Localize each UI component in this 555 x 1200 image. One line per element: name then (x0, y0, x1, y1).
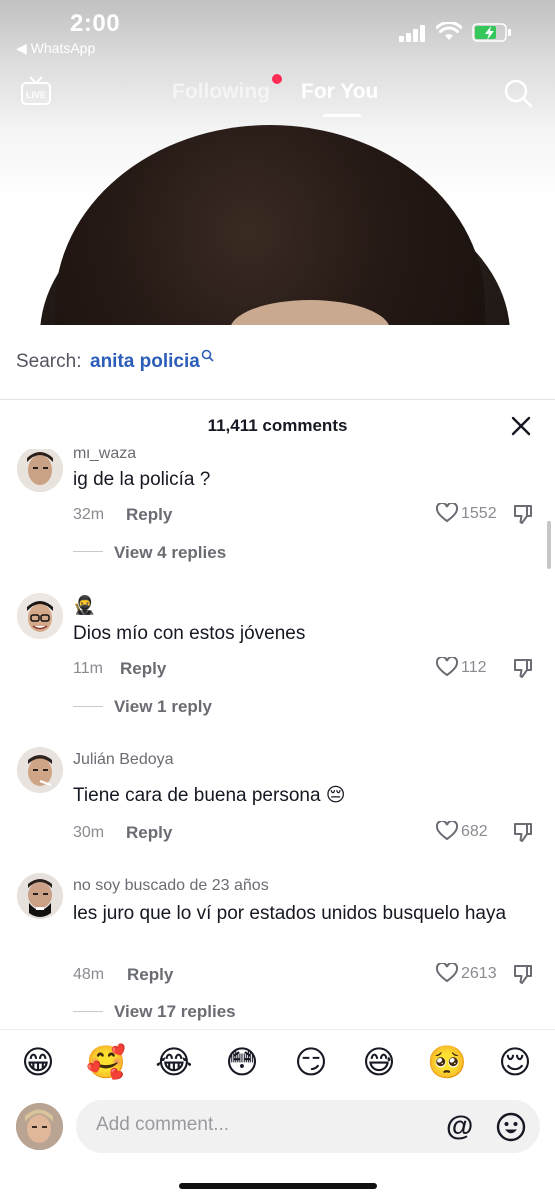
comments-header: 11,411 comments (0, 401, 555, 449)
live-icon[interactable]: LIVE (20, 76, 52, 106)
dislike-icon[interactable] (512, 963, 534, 985)
view-replies-link[interactable]: View 17 replies (114, 1002, 236, 1022)
comment-username[interactable]: no soy buscado de 23 años (73, 877, 269, 895)
emoji-quick-bar: 😁 🥰 😂 😳 😏 😅 🥺 😌 (0, 1029, 555, 1099)
emoji-grin[interactable]: 😁 (18, 1044, 58, 1080)
avatar[interactable] (17, 593, 63, 639)
active-tab-indicator (323, 114, 361, 117)
emoji-sweat-smile[interactable]: 😅 (359, 1044, 399, 1080)
avatar[interactable] (17, 873, 63, 919)
dislike-icon[interactable] (512, 657, 534, 679)
comment-input-placeholder: Add comment... (96, 1114, 230, 1135)
battery-charging-icon (472, 23, 511, 42)
avatar[interactable] (16, 1103, 63, 1150)
comment-time: 48m (73, 966, 105, 983)
comment-text: Dios mío con estos jóvenes (73, 623, 306, 644)
comment-time: 32m (73, 506, 105, 523)
like-heart-icon[interactable] (436, 963, 458, 983)
comment-count: 11,411 comments (207, 416, 348, 435)
video-hair-top (55, 125, 485, 325)
avatar[interactable] (17, 747, 63, 793)
like-count: 112 (461, 659, 487, 676)
comment-username[interactable]: 🥷 (73, 595, 95, 616)
comment-composer: Add comment... @ (0, 1099, 555, 1200)
like-heart-icon[interactable] (436, 821, 458, 841)
search-term-link[interactable]: anita policia (90, 351, 200, 373)
cellular-signal-icon (399, 25, 427, 42)
dislike-icon[interactable] (512, 821, 534, 843)
reply-button[interactable]: Reply (120, 659, 166, 679)
notification-dot (272, 74, 282, 84)
home-indicator[interactable] (179, 1183, 377, 1189)
emoji-pleading[interactable]: 🥺 (427, 1044, 467, 1080)
comment-list[interactable]: mi_waza ig de la policía ? 32m Reply 155… (0, 449, 555, 1029)
tab-for-you[interactable]: For You (301, 80, 378, 104)
svg-text:LIVE: LIVE (26, 90, 46, 100)
comment-username[interactable]: Julián Bedoya (73, 751, 174, 769)
close-icon[interactable] (510, 415, 532, 437)
emoji-hearts[interactable]: 🥰 (86, 1044, 126, 1080)
back-to-app-link[interactable]: ◀ WhatsApp (16, 40, 95, 57)
wifi-icon (436, 22, 462, 40)
emoji-flushed[interactable]: 😳 (222, 1044, 262, 1080)
comment-text: Tiene cara de buena persona 😔 (73, 785, 346, 806)
reply-button[interactable]: Reply (127, 965, 173, 985)
comment-time: 11m (73, 660, 103, 677)
emoji-joy[interactable]: 😂 (154, 1044, 194, 1080)
like-heart-icon[interactable] (436, 657, 458, 677)
like-count: 1552 (461, 505, 497, 522)
reply-button[interactable]: Reply (126, 823, 172, 843)
status-time: 2:00 (70, 10, 121, 37)
comment-username[interactable]: mi_waza (73, 449, 136, 463)
search-icon[interactable] (503, 78, 533, 108)
emoji-picker-icon[interactable] (496, 1112, 526, 1142)
view-replies-link[interactable]: View 1 reply (114, 697, 212, 717)
like-count: 682 (461, 823, 488, 840)
mention-icon[interactable]: @ (446, 1111, 473, 1141)
comment-time: 30m (73, 824, 105, 841)
tab-following[interactable]: Following (172, 80, 270, 104)
reply-button[interactable]: Reply (126, 505, 172, 525)
emoji-smirk[interactable]: 😏 (291, 1044, 331, 1080)
emoji-relieved[interactable]: 😌 (495, 1044, 535, 1080)
scrollbar[interactable] (547, 521, 551, 569)
avatar[interactable] (17, 449, 63, 492)
comment-text: les juro que lo ví por estados unidos bu… (73, 903, 507, 924)
search-mini-icon (201, 349, 214, 362)
like-heart-icon[interactable] (436, 503, 458, 523)
search-suggestion[interactable]: Search: anita policia (0, 325, 555, 400)
search-label: Search: (16, 351, 82, 372)
video-preview[interactable]: 2:00 ◀ WhatsApp LIVE Following For You (0, 0, 555, 325)
view-replies-link[interactable]: View 4 replies (114, 543, 226, 563)
like-count: 2613 (461, 965, 497, 982)
comment-text: ig de la policía ? (73, 469, 211, 490)
dislike-icon[interactable] (512, 503, 534, 525)
